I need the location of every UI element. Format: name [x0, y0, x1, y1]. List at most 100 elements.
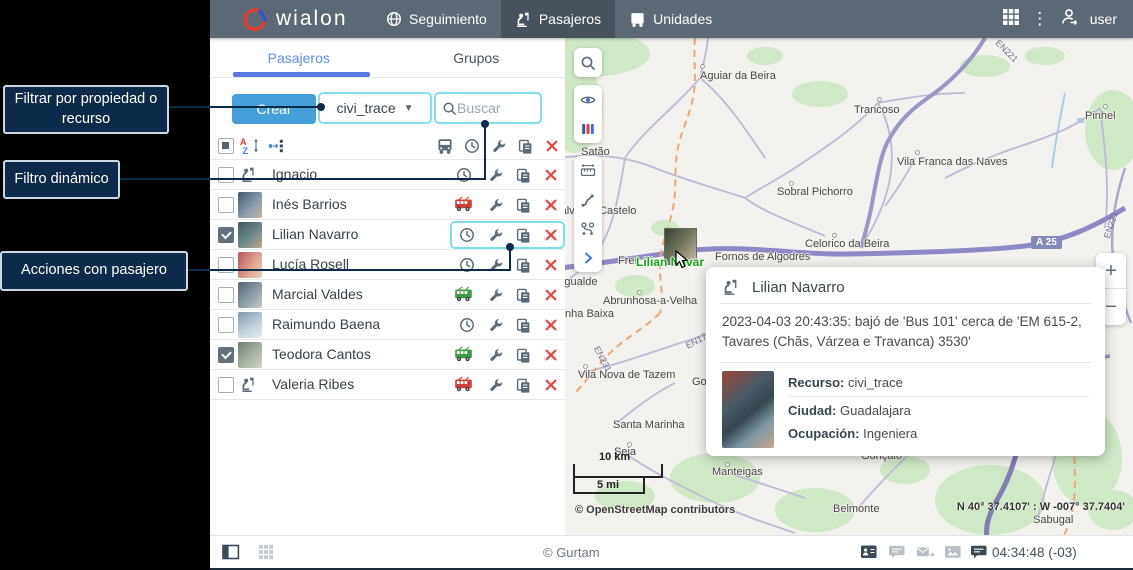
wrench-icon[interactable]	[488, 377, 504, 393]
scale-bar-km: 10 km	[573, 451, 663, 478]
row-checkbox[interactable]	[218, 346, 234, 363]
expand-tools-button[interactable]	[574, 243, 602, 272]
bus-status-icon[interactable]	[454, 375, 473, 394]
chat-icon[interactable]	[888, 544, 906, 565]
row-checkbox[interactable]	[218, 376, 234, 393]
bus-status-icon[interactable]	[454, 195, 473, 214]
table-row[interactable]: Teodora Cantos	[210, 340, 565, 370]
clock-column-icon[interactable]	[464, 138, 480, 154]
copy-icon[interactable]	[515, 167, 531, 183]
bus-column-icon[interactable]	[436, 137, 454, 155]
delete-x-icon[interactable]	[543, 287, 559, 303]
ruler-button[interactable]	[574, 156, 602, 185]
create-button[interactable]: Crear	[232, 94, 316, 124]
wrench-icon[interactable]	[488, 287, 504, 303]
wrench-icon[interactable]	[488, 197, 504, 213]
select-all-checkbox[interactable]	[218, 137, 234, 154]
delete-x-icon[interactable]	[543, 317, 559, 333]
row-checkbox[interactable]	[218, 196, 234, 213]
passenger-name[interactable]: Lilian Navarro	[272, 226, 358, 242]
table-row[interactable]: Inés Barrios	[210, 190, 565, 220]
delete-x-icon[interactable]	[543, 257, 559, 273]
passenger-name[interactable]: Teodora Cantos	[272, 346, 371, 362]
copy-icon[interactable]	[515, 377, 531, 393]
wrench-icon[interactable]	[488, 167, 504, 183]
row-checkbox[interactable]	[218, 286, 234, 303]
scale-mi-label: 5 mi	[597, 479, 620, 491]
map-search-button[interactable]	[574, 48, 602, 77]
map-layers-button[interactable]	[574, 114, 602, 143]
map-area[interactable]: Aguiar da Beira Trancoso Pinhel Satão Vi…	[565, 38, 1133, 535]
resource-filter-dropdown[interactable]: civi_trace ▼	[318, 92, 432, 124]
popup-field-ciudad: Ciudad: Guadalajara	[788, 402, 911, 418]
table-row[interactable]: Valeria Ribes	[210, 370, 565, 400]
wrench-icon[interactable]	[488, 317, 504, 333]
copy-icon[interactable]	[515, 227, 531, 243]
popup-field-ocupacion: Ocupación: Ingeniera	[788, 425, 918, 441]
copy-icon[interactable]	[515, 257, 531, 273]
table-row[interactable]: Marcial Valdes	[210, 280, 565, 310]
nav-label: Pasajeros	[538, 11, 602, 27]
bottom-grid-icon[interactable]	[258, 544, 274, 565]
clock-icon[interactable]	[459, 227, 475, 243]
tab-pasajeros[interactable]: Pasajeros	[210, 38, 388, 77]
bus-status-icon[interactable]	[454, 285, 473, 304]
delete-column-icon[interactable]	[544, 138, 560, 154]
nav-tab-pasajeros[interactable]: Pasajeros	[500, 0, 616, 38]
row-checkbox[interactable]	[218, 316, 234, 333]
passenger-name[interactable]: Inés Barrios	[272, 196, 347, 212]
map-measure-tools	[574, 156, 602, 272]
delete-x-icon[interactable]	[543, 377, 559, 393]
copy-icon[interactable]	[515, 197, 531, 213]
passenger-name[interactable]: Marcial Valdes	[272, 286, 363, 302]
route-button[interactable]	[574, 185, 602, 214]
callout-passenger-actions: Acciones con pasajero	[0, 251, 188, 291]
row-checkbox[interactable]	[218, 166, 234, 183]
wrench-icon[interactable]	[488, 347, 504, 363]
copy-icon[interactable]	[515, 317, 531, 333]
wrench-column-icon[interactable]	[491, 138, 507, 154]
map-layers-icon	[580, 121, 596, 137]
map-label: Abrunhosa-a-Velha	[603, 295, 698, 307]
delete-x-icon[interactable]	[543, 347, 559, 363]
apps-grid-icon[interactable]	[994, 8, 1028, 31]
table-row[interactable]: Raimundo Baena	[210, 310, 565, 340]
points-button[interactable]	[574, 214, 602, 243]
user-menu[interactable]: user	[1090, 11, 1117, 27]
wialon-logo-icon	[242, 7, 267, 32]
flow-icon[interactable]	[268, 138, 284, 154]
search-box[interactable]	[434, 92, 542, 124]
town-dot	[915, 150, 920, 155]
search-input[interactable]	[457, 100, 525, 116]
sort-az-icon[interactable]	[240, 137, 262, 155]
visibility-button[interactable]	[574, 85, 602, 114]
tab-grupos[interactable]: Grupos	[388, 38, 566, 77]
passenger-name[interactable]: Valeria Ribes	[272, 376, 354, 392]
delete-x-icon[interactable]	[543, 197, 559, 213]
table-row[interactable]: Lucía Rosell	[210, 250, 565, 280]
clock-icon[interactable]	[456, 167, 472, 183]
table-row[interactable]: Ignacio	[210, 160, 565, 190]
clock-icon[interactable]	[459, 317, 475, 333]
passenger-popup: Lilian Navarro 2023-04-03 20:43:35: bajó…	[706, 267, 1105, 456]
user-icon[interactable]	[1052, 7, 1086, 32]
image-icon[interactable]	[944, 544, 962, 565]
bus-status-icon[interactable]	[454, 345, 473, 364]
delete-x-icon[interactable]	[543, 167, 559, 183]
copy-icon[interactable]	[515, 287, 531, 303]
nav-tab-seguimiento[interactable]: Seguimiento	[372, 0, 501, 38]
delete-x-icon[interactable]	[543, 227, 559, 243]
mail-icon[interactable]	[916, 544, 935, 565]
row-checkbox[interactable]	[218, 226, 234, 243]
nav-tab-unidades[interactable]: Unidades	[615, 0, 726, 38]
passenger-name[interactable]: Raimundo Baena	[272, 316, 380, 332]
contact-icon[interactable]	[860, 544, 878, 565]
annotation-line	[169, 106, 321, 108]
search-icon	[442, 101, 457, 116]
sidebar-toggle-icon[interactable]	[222, 544, 240, 565]
copy-icon[interactable]	[515, 347, 531, 363]
panel-icon[interactable]	[970, 544, 988, 565]
copy-column-icon[interactable]	[517, 138, 533, 154]
wrench-icon[interactable]	[488, 227, 504, 243]
kebab-menu-icon[interactable]: ⋮	[1028, 9, 1052, 29]
